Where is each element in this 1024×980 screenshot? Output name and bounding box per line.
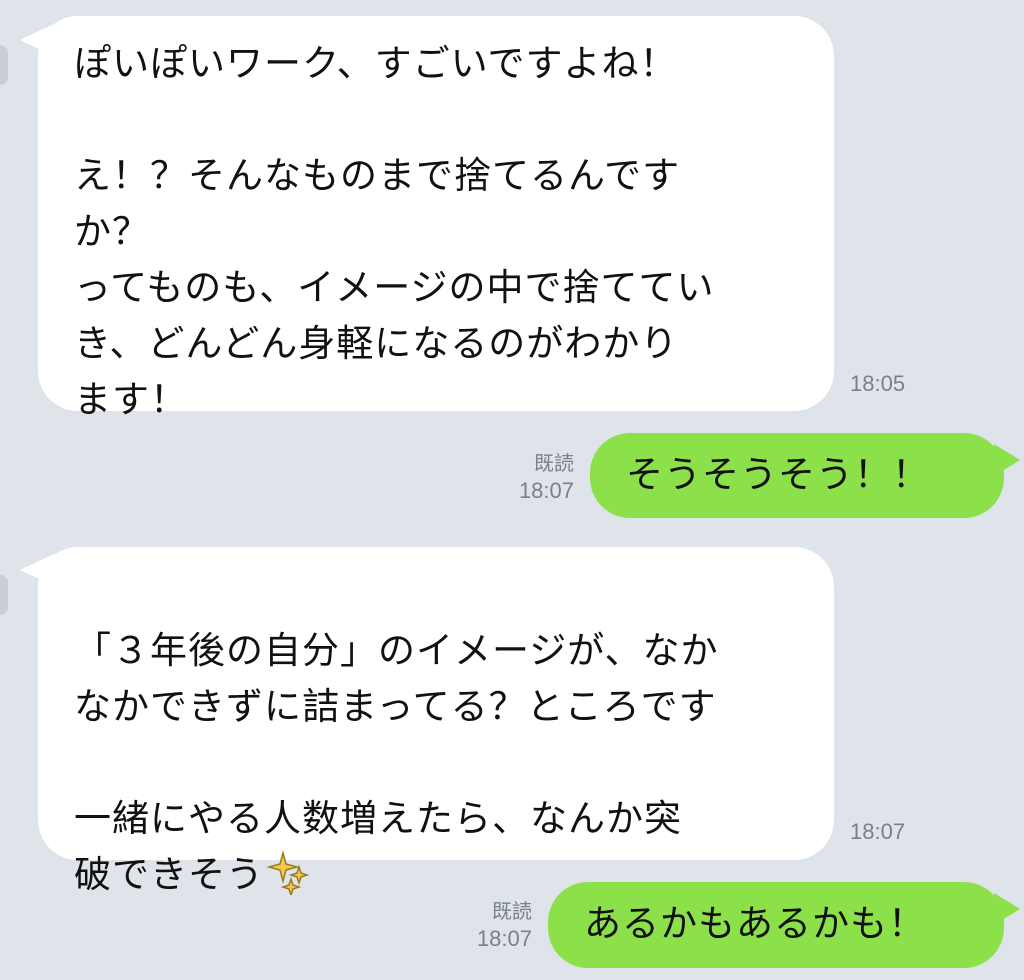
message-meta: 既読 18:07	[458, 899, 532, 953]
message-time: 18:07	[518, 478, 574, 503]
message-bubble[interactable]: あるかもあるかも！	[548, 882, 1004, 968]
read-receipt: 既読	[534, 453, 574, 475]
message-time: 18:07	[850, 819, 906, 844]
bubble-tail	[994, 444, 1020, 476]
message-meta: 既読 18:07	[500, 451, 574, 505]
bubble-tail	[994, 893, 1020, 925]
sparkles-icon	[266, 849, 312, 898]
message-time: 18:07	[476, 926, 532, 951]
chat-thread: ぽいぽいワーク、すごいですよね！ え！？そんなものまで捨てるんです か？ っても…	[0, 0, 1024, 980]
sender-avatar[interactable]	[0, 575, 8, 615]
message-bubble[interactable]: そうそうそう！！	[590, 433, 1004, 518]
message-text: 「３年後の自分」のイメージが、なか なかできずに詰まってる？ところです 一緒にや…	[74, 629, 719, 896]
message-time: 18:05	[850, 371, 906, 396]
read-receipt: 既読	[492, 901, 532, 923]
message-bubble[interactable]: 「３年後の自分」のイメージが、なか なかできずに詰まってる？ところです 一緒にや…	[38, 547, 834, 898]
sender-avatar[interactable]	[0, 45, 8, 85]
message-bubble[interactable]: ぽいぽいワーク、すごいですよね！ え！？そんなものまで捨てるんです か？ っても…	[38, 16, 834, 421]
